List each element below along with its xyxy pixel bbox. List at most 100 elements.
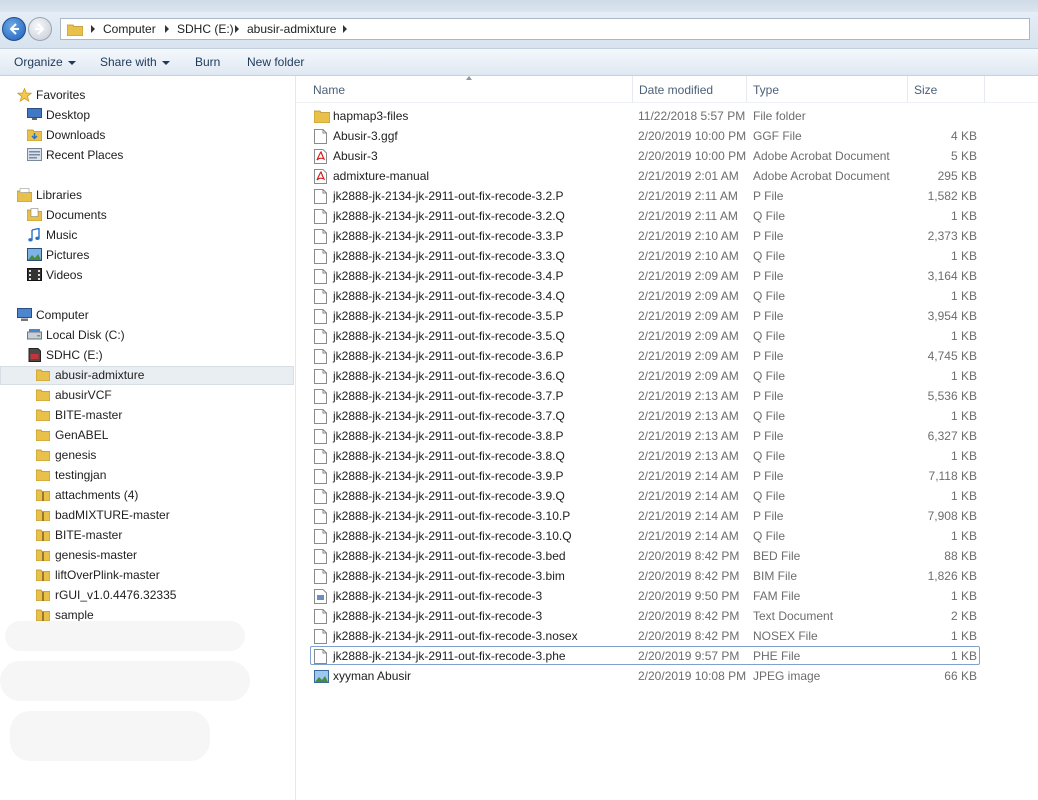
breadcrumb[interactable]: Computer SDHC (E:) abusir-admixture — [60, 18, 1030, 40]
column-divider[interactable] — [907, 76, 908, 102]
file-name: jk2888-jk-2134-jk-2911-out-fix-recode-3.… — [333, 449, 565, 463]
file-row[interactable]: jk2888-jk-2134-jk-2911-out-fix-recode-3.… — [296, 286, 1038, 306]
file-row[interactable]: jk2888-jk-2134-jk-2911-out-fix-recode-3.… — [296, 206, 1038, 226]
file-list-pane: Name Date modified Type Size hapmap3-fil… — [296, 76, 1038, 800]
column-divider[interactable] — [984, 76, 985, 102]
breadcrumb-separator-icon[interactable] — [165, 25, 169, 33]
file-date: 2/21/2019 2:09 AM — [638, 369, 739, 383]
file-size: 3,954 KB — [927, 309, 977, 323]
sd-card-icon — [28, 348, 41, 362]
organize-button[interactable]: Organize — [14, 55, 76, 69]
file-row[interactable]: jk2888-jk-2134-jk-2911-out-fix-recode-3.… — [296, 526, 1038, 546]
column-header-size[interactable]: Size — [914, 83, 937, 97]
file-row[interactable]: jk2888-jk-2134-jk-2911-out-fix-recode-3.… — [296, 426, 1038, 446]
file-row[interactable]: jk2888-jk-2134-jk-2911-out-fix-recode-3.… — [296, 466, 1038, 486]
file-row[interactable]: Abusir-3 2/20/2019 10:00 PM Adobe Acrobat … — [296, 146, 1038, 166]
forward-button[interactable] — [28, 17, 52, 41]
file-row[interactable]: jk2888-jk-2134-jk-2911-out-fix-recode-3.… — [296, 306, 1038, 326]
folder-icon — [36, 389, 50, 401]
file-name: jk2888-jk-2134-jk-2911-out-fix-recode-3.… — [333, 629, 578, 643]
column-header-type[interactable]: Type — [753, 83, 779, 97]
file-date: 2/20/2019 10:08 PM — [638, 669, 747, 683]
file-size: 1 KB — [950, 529, 977, 543]
file-row[interactable]: jk2888-jk-2134-jk-2911-out-fix-recode-3.… — [296, 326, 1038, 346]
file-size: 1 KB — [950, 409, 977, 423]
burn-button[interactable]: Burn — [195, 55, 220, 69]
file-name: jk2888-jk-2134-jk-2911-out-fix-recode-3.… — [333, 309, 564, 323]
file-date: 2/21/2019 2:09 AM — [638, 349, 739, 363]
file-type: BED File — [753, 549, 801, 563]
address-bar: Computer SDHC (E:) abusir-admixture — [0, 12, 1038, 49]
file-name: jk2888-jk-2134-jk-2911-out-fix-recode-3.… — [333, 529, 572, 543]
column-header-name[interactable]: Name — [313, 83, 345, 97]
file-size: 1,826 KB — [927, 569, 977, 583]
file-row[interactable]: jk2888-jk-2134-jk-2911-out-fix-recode-3.… — [296, 386, 1038, 406]
file-size: 4,745 KB — [927, 349, 977, 363]
column-divider[interactable] — [632, 76, 633, 102]
file-row[interactable]: jk2888-jk-2134-jk-2911-out-fix-recode-3.… — [296, 506, 1038, 526]
column-header-date[interactable]: Date modified — [639, 83, 713, 97]
file-row[interactable]: jk2888-jk-2134-jk-2911-out-fix-recode-3.… — [296, 446, 1038, 466]
file-size: 6,327 KB — [927, 429, 977, 443]
file-size: 7,118 KB — [928, 469, 977, 483]
breadcrumb-sdhc[interactable]: SDHC (E:) — [177, 22, 234, 36]
file-type: Q File — [753, 369, 786, 383]
folder-icon — [36, 449, 50, 461]
new-folder-button[interactable]: New folder — [247, 55, 304, 69]
file-size: 5,536 KB — [927, 389, 977, 403]
file-row[interactable]: jk2888-jk-2134-jk-2911-out-fix-recode-3.… — [296, 186, 1038, 206]
column-divider[interactable] — [746, 76, 747, 102]
file-name: jk2888-jk-2134-jk-2911-out-fix-recode-3 — [333, 589, 543, 603]
file-type: BIM File — [753, 569, 798, 583]
file-row[interactable]: jk2888-jk-2134-jk-2911-out-fix-recode-3.… — [296, 626, 1038, 646]
file-row[interactable]: jk2888-jk-2134-jk-2911-out-fix-recode-3.… — [296, 406, 1038, 426]
file-row[interactable]: admixture-manual 2/21/2019 2:01 AM Adobe A… — [296, 166, 1038, 186]
file-row[interactable]: jk2888-jk-2134-jk-2911-out-fix-recode-3.… — [296, 346, 1038, 366]
zip-folder-icon — [36, 529, 50, 541]
breadcrumb-computer[interactable]: Computer — [103, 22, 156, 36]
file-date: 11/22/2018 5:57 PM — [638, 109, 746, 123]
hard-drive-icon — [27, 329, 42, 340]
file-row[interactable]: Abusir-3.ggf 2/20/2019 10:00 PM GGF File 4 … — [296, 126, 1038, 146]
column-header-row: Name Date modified Type Size — [296, 76, 1038, 103]
recent-places-icon — [27, 148, 42, 161]
file-name: jk2888-jk-2134-jk-2911-out-fix-recode-3.… — [333, 429, 564, 443]
file-row[interactable]: xyyman Abusir 2/20/2019 10:08 PM JPEG imag… — [296, 666, 1038, 686]
file-size: 1 KB — [950, 629, 977, 643]
back-button[interactable] — [2, 17, 26, 41]
file-row[interactable]: jk2888-jk-2134-jk-2911-out-fix-recode-3 2… — [296, 606, 1038, 626]
file-date: 2/21/2019 2:11 AM — [638, 189, 738, 203]
file-row[interactable]: hapmap3-files 11/22/2018 5:57 PM File fold… — [296, 106, 1038, 126]
file-size: 1 KB — [950, 449, 977, 463]
breadcrumb-separator-icon[interactable] — [91, 25, 95, 33]
command-bar: Organize Share with Burn New folder — [0, 49, 1038, 76]
file-type: Q File — [753, 329, 786, 343]
breadcrumb-separator-icon[interactable] — [235, 25, 239, 33]
file-date: 2/20/2019 8:42 PM — [638, 549, 740, 563]
file-date: 2/21/2019 2:09 AM — [638, 269, 739, 283]
breadcrumb-abusir-admixture[interactable]: abusir-admixture — [247, 22, 336, 36]
file-row[interactable]: jk2888-jk-2134-jk-2911-out-fix-recode-3.… — [296, 546, 1038, 566]
file-row[interactable]: jk2888-jk-2134-jk-2911-out-fix-recode-3.… — [296, 566, 1038, 586]
breadcrumb-separator-icon[interactable] — [343, 25, 347, 33]
file-name: jk2888-jk-2134-jk-2911-out-fix-recode-3 — [333, 609, 543, 623]
file-row[interactable]: jk2888-jk-2134-jk-2911-out-fix-recode-3.… — [296, 366, 1038, 386]
file-size: 1 KB — [950, 589, 977, 603]
folder-icon — [36, 469, 50, 481]
file-row[interactable]: jk2888-jk-2134-jk-2911-out-fix-recode-3.… — [296, 486, 1038, 506]
file-row[interactable]: jk2888-jk-2134-jk-2911-out-fix-recode-3 2… — [296, 586, 1038, 606]
share-with-button[interactable]: Share with — [100, 55, 170, 69]
file-date: 2/21/2019 2:13 AM — [638, 429, 739, 443]
file-type: FAM File — [753, 589, 801, 603]
file-row[interactable]: jk2888-jk-2134-jk-2911-out-fix-recode-3.… — [296, 246, 1038, 266]
arrow-left-icon — [9, 23, 19, 35]
file-row[interactable]: jk2888-jk-2134-jk-2911-out-fix-recode-3.… — [296, 646, 1038, 666]
file-row[interactable]: jk2888-jk-2134-jk-2911-out-fix-recode-3.… — [296, 266, 1038, 286]
file-name: jk2888-jk-2134-jk-2911-out-fix-recode-3.… — [333, 329, 565, 343]
file-row[interactable]: jk2888-jk-2134-jk-2911-out-fix-recode-3.… — [296, 226, 1038, 246]
zip-folder-icon — [36, 509, 50, 521]
file-date: 2/21/2019 2:13 AM — [638, 449, 739, 463]
zip-folder-icon — [36, 569, 50, 581]
file-size: 1 KB — [950, 289, 977, 303]
file-date: 2/20/2019 9:57 PM — [638, 649, 740, 663]
